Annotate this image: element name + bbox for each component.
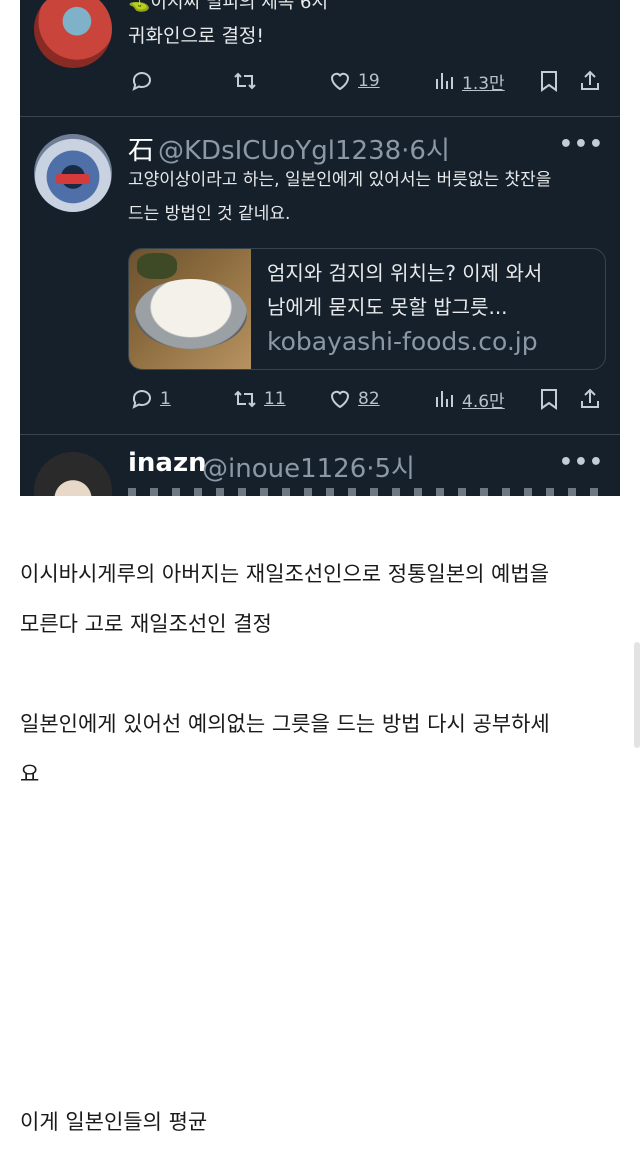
link-card-title-line-2: 남에게 묻지도 못할 밥그릇... [267,295,508,319]
retweet-count: 11 [264,389,286,409]
divider [20,116,620,117]
user-name[interactable]: 石 [128,130,154,167]
avatar [34,0,112,68]
analytics-icon [432,387,456,411]
reply-icon [130,69,154,93]
post-text-line-3: 일본인에게 있어선 예의없는 그릇을 드는 방법 다시 공부하세 [20,712,550,736]
views-button[interactable]: 1.3만 [432,66,505,96]
embedded-twitter-screenshot: ⛳이시씨 밀피의 제목 6시 귀화인으로 결정! 19 1.3만 石 @KDsI… [20,0,620,496]
analytics-icon [432,69,456,93]
share-icon [578,387,602,411]
views-button[interactable]: 4.6만 [432,384,505,414]
divider [20,434,620,435]
bookmark-icon [538,69,560,93]
tweet-actions: 19 1.3만 [128,66,608,96]
tweet-title-partial: ⛳이시씨 밀피의 제목 6시 [128,0,329,13]
retweet-icon [232,69,258,93]
reply-count: 1 [160,389,171,409]
user-name[interactable]: inazn [128,448,207,478]
more-options-icon[interactable]: ••• [559,132,604,157]
avatar[interactable] [34,134,112,212]
share-button[interactable] [578,384,602,414]
like-button[interactable]: 82 [328,384,380,414]
link-card-title-line-1: 엄지와 검지의 위치는? 이제 와서 [267,261,543,285]
reply-button[interactable] [130,66,154,96]
post-text-line-1: 이시바시게루의 아버지는 재일조선인으로 정통일본의 예법을 [20,562,550,586]
bookmark-icon [538,387,560,411]
avatar[interactable] [34,452,112,496]
bookmark-button[interactable] [538,66,560,96]
scrollbar[interactable] [634,642,640,748]
post-text-line-5: 이게 일본인들의 평균 [20,1110,208,1134]
like-count: 19 [358,71,380,91]
like-count: 82 [358,389,380,409]
post-text-line-4: 요 [20,762,40,786]
share-button[interactable] [578,66,602,96]
more-options-icon[interactable]: ••• [559,450,604,475]
tweet-text: 귀화인으로 결정! [128,25,265,47]
heart-icon [328,387,352,411]
retweet-icon [232,387,258,411]
tweet-actions: 1 11 82 4.6만 [128,384,608,414]
post-text-line-2: 모른다 고로 재일조선인 결정 [20,612,272,636]
link-card-domain: kobayashi-foods.co.jp [267,327,538,356]
link-card[interactable]: 엄지와 검지의 위치는? 이제 와서 남에게 묻지도 못할 밥그릇... kob… [128,248,606,370]
link-card-image [129,249,251,369]
views-count: 4.6만 [462,391,505,412]
bookmark-button[interactable] [538,384,560,414]
user-handle[interactable]: @inoue1126·5시 [202,448,415,485]
retweet-button[interactable] [232,66,258,96]
user-handle[interactable]: @KDsICUoYgl1238·6시 [158,130,450,167]
tweet-text-line-2: 드는 방법인 것 같네요. [128,204,291,224]
tweet-text-line-1: 고양이상이라고 하는, 일본인에게 있어서는 버릇없는 찻잔을 [128,170,552,190]
reply-button[interactable]: 1 [130,384,171,414]
heart-icon [328,69,352,93]
share-icon [578,69,602,93]
reply-icon [130,387,154,411]
views-count: 1.3만 [462,73,505,94]
retweet-button[interactable]: 11 [232,384,286,414]
like-button[interactable]: 19 [328,66,380,96]
blurred-text [128,488,608,496]
